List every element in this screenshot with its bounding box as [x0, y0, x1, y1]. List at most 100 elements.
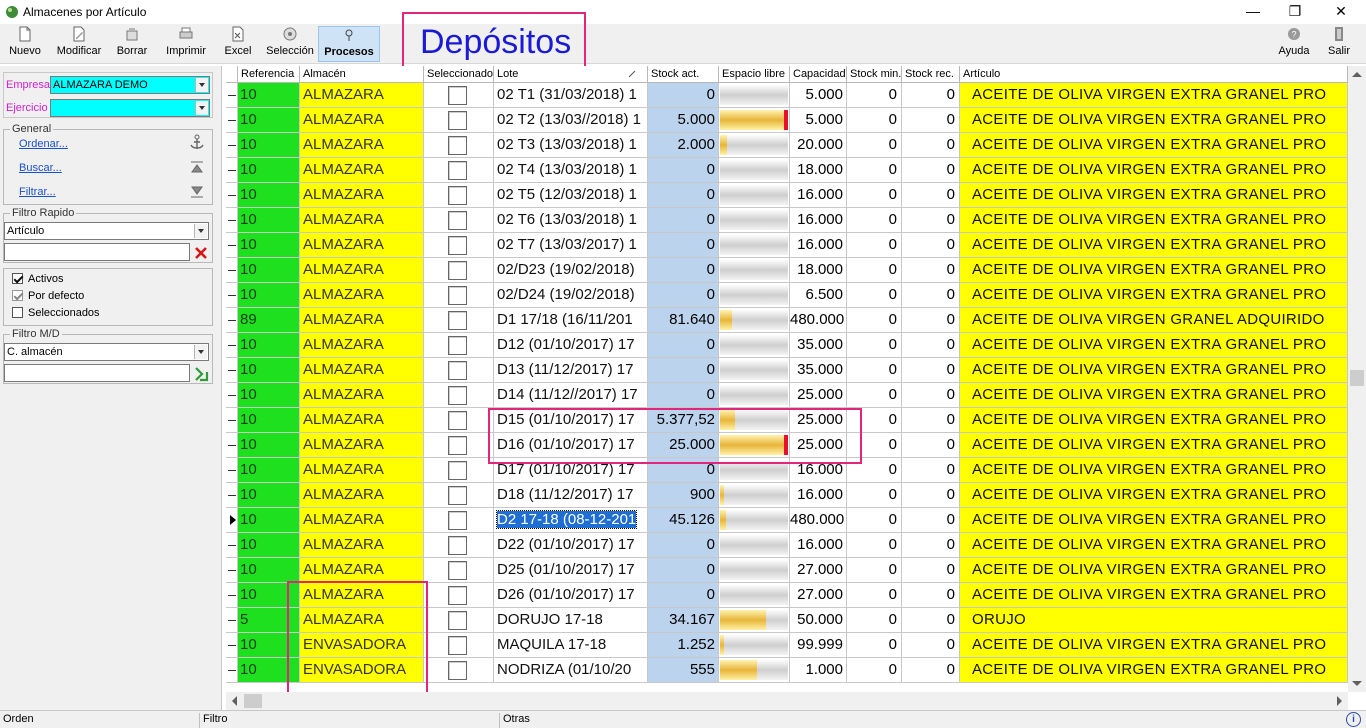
espacio-libre-cell[interactable] [719, 583, 790, 608]
capacidad-cell[interactable]: 27.000 [790, 583, 847, 608]
stock-act-cell[interactable]: 555 [648, 658, 719, 683]
articulo-cell[interactable]: ACEITE DE OLIVA VIRGEN GRANEL ADQUIRIDO [960, 308, 1348, 333]
referencia-cell[interactable]: 10 [238, 458, 300, 483]
espacio-libre-cell[interactable] [719, 383, 790, 408]
filtro-rapido-select[interactable]: Artículo [4, 222, 209, 240]
row-indicator[interactable] [226, 233, 238, 258]
stock-act-cell[interactable]: 0 [648, 233, 719, 258]
stock-min-cell[interactable]: 0 [847, 533, 902, 558]
stock-min-cell[interactable]: 0 [847, 183, 902, 208]
row-indicator[interactable] [226, 283, 238, 308]
excel-button[interactable]: Excel [220, 26, 256, 62]
ejercicio-select[interactable] [50, 99, 210, 117]
capacidad-cell[interactable]: 35.000 [790, 358, 847, 383]
referencia-cell[interactable]: 10 [238, 533, 300, 558]
row-indicator[interactable] [226, 633, 238, 658]
row-indicator[interactable] [226, 208, 238, 233]
scroll-down-icon[interactable] [1352, 681, 1362, 686]
modificar-button[interactable]: Modificar [54, 26, 104, 62]
almacen-cell[interactable]: ALMAZARA [300, 433, 424, 458]
almacen-cell[interactable]: ALMAZARA [300, 158, 424, 183]
stock-rec-cell[interactable]: 0 [902, 133, 960, 158]
articulo-cell[interactable]: ACEITE DE OLIVA VIRGEN EXTRA GRANEL PRO [960, 83, 1348, 108]
procesos-button[interactable]: Procesos [318, 26, 380, 62]
almacen-cell[interactable]: ALMAZARA [300, 558, 424, 583]
referencia-cell[interactable]: 10 [238, 208, 300, 233]
articulo-cell[interactable]: ACEITE DE OLIVA VIRGEN EXTRA GRANEL PRO [960, 158, 1348, 183]
table-row[interactable]: 10 ALMAZARA 02 T6 (13/03/2018) 1 0 16.000 0 0 A… [226, 208, 1348, 233]
espacio-libre-cell[interactable] [719, 133, 790, 158]
stock-rec-cell[interactable]: 0 [902, 283, 960, 308]
lote-cell[interactable]: D13 (11/12/2017) 17 [494, 358, 648, 383]
articulo-cell[interactable]: ACEITE DE OLIVA VIRGEN EXTRA GRANEL PRO [960, 633, 1348, 658]
scroll-left-icon[interactable] [232, 696, 237, 706]
referencia-cell[interactable]: 10 [238, 333, 300, 358]
row-checkbox[interactable] [448, 461, 467, 480]
referencia-cell[interactable]: 10 [238, 283, 300, 308]
por-defecto-checkbox[interactable]: Por defecto [12, 290, 84, 302]
almacen-cell[interactable]: ALMAZARA [300, 308, 424, 333]
espacio-libre-cell[interactable] [719, 308, 790, 333]
stock-rec-cell[interactable]: 0 [902, 608, 960, 633]
table-row[interactable]: 10 ALMAZARA D14 (11/12//2017) 17 0 25.000 0 0 A… [226, 383, 1348, 408]
filter-down-icon[interactable] [188, 184, 206, 200]
espacio-libre-cell[interactable] [719, 183, 790, 208]
stock-rec-cell[interactable]: 0 [902, 333, 960, 358]
anchor-icon[interactable] [188, 134, 206, 150]
filtro-md-input[interactable] [4, 364, 190, 382]
capacidad-cell[interactable]: 27.000 [790, 558, 847, 583]
row-checkbox[interactable] [448, 661, 467, 680]
stock-min-cell[interactable]: 0 [847, 283, 902, 308]
stock-rec-cell[interactable]: 0 [902, 583, 960, 608]
table-row[interactable]: 10 ALMAZARA 02 T3 (13/03/2018) 1 2.000 20.00… [226, 133, 1348, 158]
articulo-cell[interactable]: ACEITE DE OLIVA VIRGEN EXTRA GRANEL PRO [960, 283, 1348, 308]
seleccionado-cell[interactable] [424, 333, 494, 358]
espacio-libre-cell[interactable] [719, 258, 790, 283]
table-row[interactable]: 10 ALMAZARA 02 T2 (13/03//2018) 1 5.000 5.00… [226, 108, 1348, 133]
referencia-cell[interactable]: 10 [238, 158, 300, 183]
row-checkbox[interactable] [448, 136, 467, 155]
info-icon[interactable]: i [1346, 712, 1361, 727]
almacen-cell[interactable]: ALMAZARA [300, 133, 424, 158]
seleccionado-cell[interactable] [424, 633, 494, 658]
checkbox-unchecked-icon[interactable] [12, 307, 23, 318]
seleccionado-cell[interactable] [424, 483, 494, 508]
stock-act-cell[interactable]: 0 [648, 333, 719, 358]
row-indicator[interactable] [226, 158, 238, 183]
table-row[interactable]: 10 ALMAZARA D2 17-18 (08-12-201 45.126 480.0… [226, 508, 1348, 533]
stock-rec-cell[interactable]: 0 [902, 458, 960, 483]
seleccionado-cell[interactable] [424, 158, 494, 183]
almacen-cell[interactable]: ALMAZARA [300, 358, 424, 383]
lote-cell[interactable]: 02 T3 (13/03/2018) 1 [494, 133, 648, 158]
lote-cell[interactable]: 02 T5 (12/03/2018) 1 [494, 183, 648, 208]
row-checkbox[interactable] [448, 361, 467, 380]
stock-min-cell[interactable]: 0 [847, 133, 902, 158]
articulo-cell[interactable]: ACEITE DE OLIVA VIRGEN EXTRA GRANEL PRO [960, 358, 1348, 383]
row-checkbox[interactable] [448, 486, 467, 505]
stock-rec-cell[interactable]: 0 [902, 108, 960, 133]
capacidad-cell[interactable]: 1.000 [790, 658, 847, 683]
stock-min-cell[interactable]: 0 [847, 383, 902, 408]
stock-min-cell[interactable]: 0 [847, 108, 902, 133]
row-checkbox[interactable] [448, 511, 467, 530]
header-articulo[interactable]: Artículo [960, 66, 1348, 83]
stock-min-cell[interactable]: 0 [847, 633, 902, 658]
stock-act-cell[interactable]: 0 [648, 283, 719, 308]
stock-min-cell[interactable]: 0 [847, 608, 902, 633]
minimize-button[interactable]: — [1230, 0, 1276, 24]
lote-cell[interactable]: NODRIZA (01/10/20 [494, 658, 648, 683]
almacen-cell[interactable]: ALMAZARA [300, 408, 424, 433]
espacio-libre-cell[interactable] [719, 158, 790, 183]
row-indicator[interactable] [226, 333, 238, 358]
buscar-link[interactable]: Buscar... [19, 162, 62, 174]
referencia-cell[interactable]: 10 [238, 258, 300, 283]
row-indicator[interactable] [226, 458, 238, 483]
borrar-button[interactable]: Borrar [112, 26, 152, 62]
lote-cell[interactable]: DORUJO 17-18 [494, 608, 648, 633]
articulo-cell[interactable]: ACEITE DE OLIVA VIRGEN EXTRA GRANEL PRO [960, 433, 1348, 458]
referencia-cell[interactable]: 10 [238, 433, 300, 458]
espacio-libre-cell[interactable] [719, 283, 790, 308]
referencia-cell[interactable]: 10 [238, 483, 300, 508]
table-row[interactable]: 10 ALMAZARA 02 T5 (12/03/2018) 1 0 16.000 0 0 A… [226, 183, 1348, 208]
seleccionado-cell[interactable] [424, 583, 494, 608]
